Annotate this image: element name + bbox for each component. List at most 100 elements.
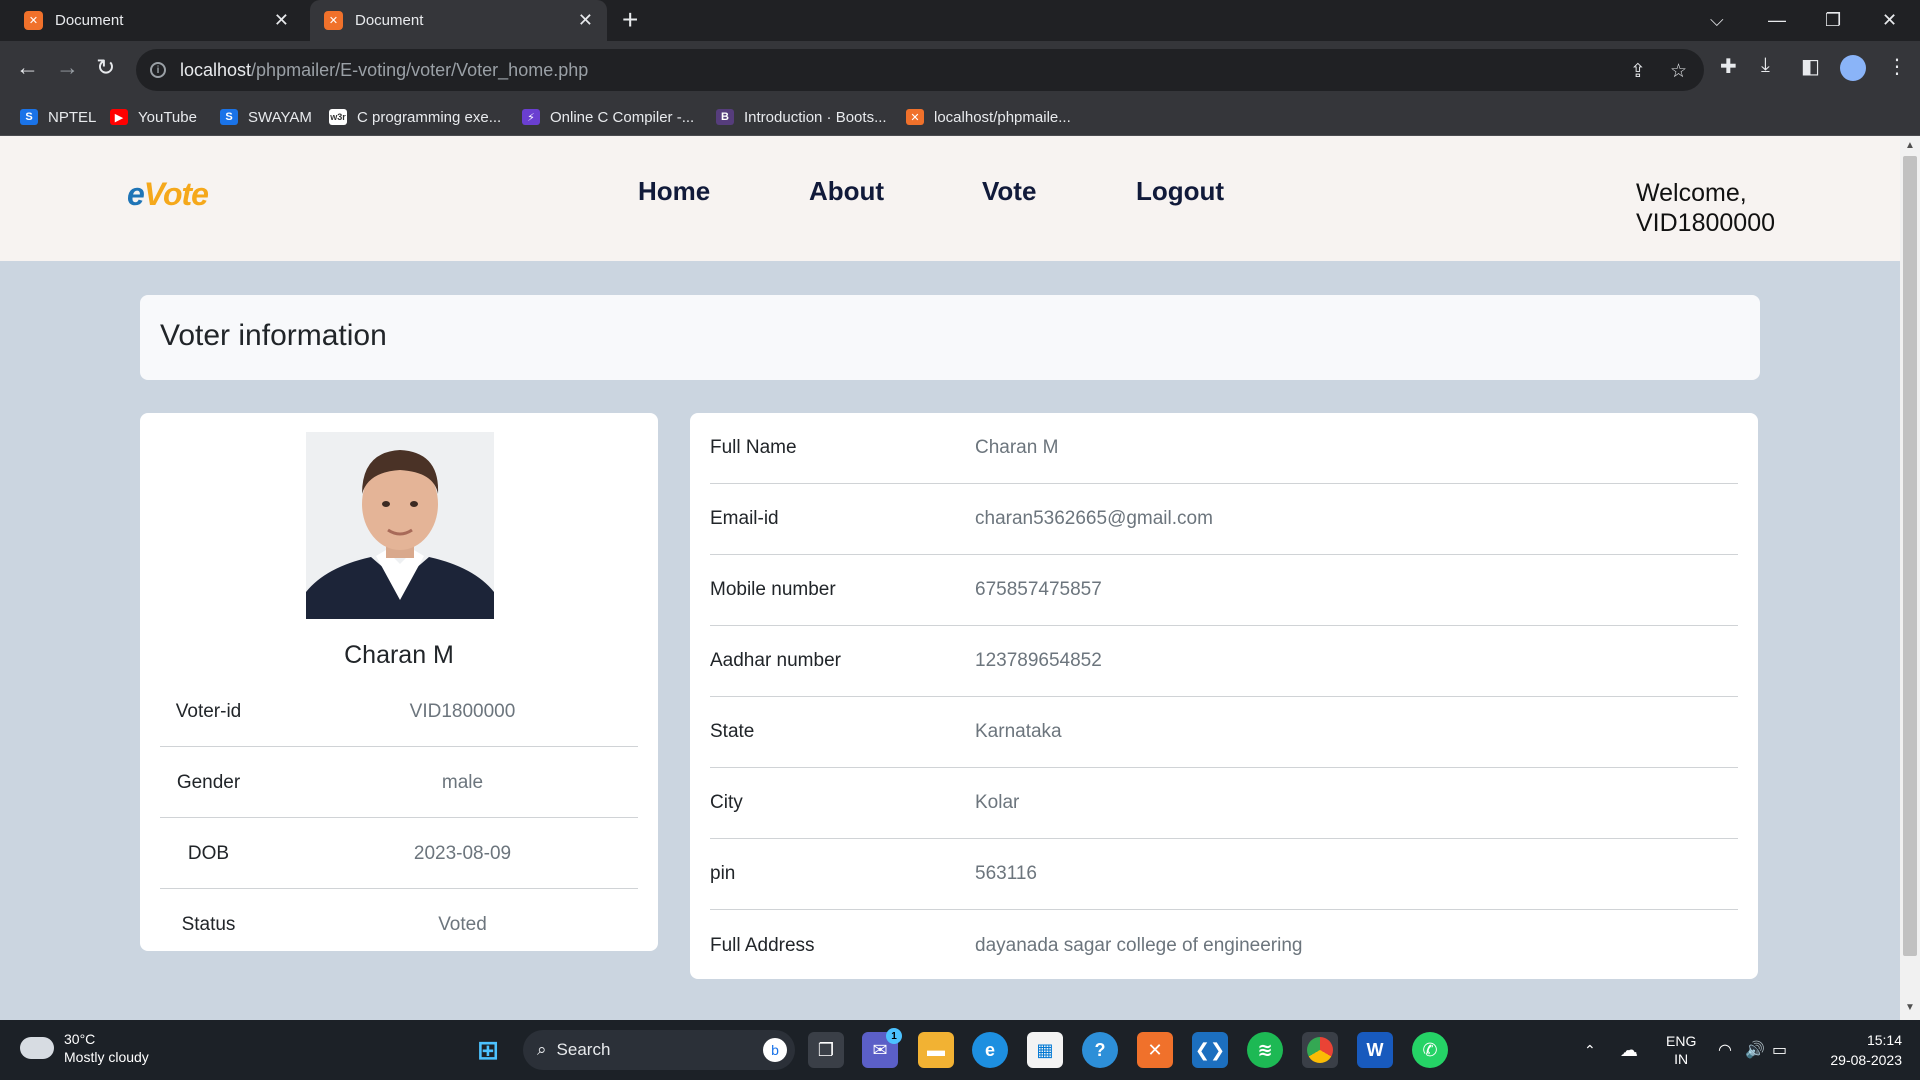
detail-row-aadhar: Aadhar number 123789654852 (710, 626, 1738, 697)
url-path: /phpmailer/E-voting/voter/Voter_home.php (251, 59, 589, 80)
xampp-icon[interactable]: ✕ (1137, 1032, 1173, 1068)
back-icon[interactable]: ← (16, 54, 39, 81)
bookmark-item[interactable]: ⚡ Online C Compiler -... (522, 98, 694, 136)
new-tab-button[interactable]: + (622, 6, 638, 34)
bookmark-item[interactable]: w3r C programming exe... (329, 98, 501, 136)
tab-search-chevron-icon[interactable]: ⌵ (1710, 0, 1724, 41)
detail-value: dayanada sagar college of engineering (975, 934, 1303, 956)
xampp-icon: ✕ (24, 11, 43, 30)
lang-region: IN (1674, 1051, 1689, 1067)
weather-temp: 30°C (64, 1031, 96, 1047)
profile-row-status: Status Voted (160, 890, 638, 960)
detail-label: Full Name (710, 437, 797, 458)
xampp-icon: ✕ (906, 109, 924, 125)
restore-button[interactable]: ❐ (1825, 0, 1841, 41)
nav-home-link[interactable]: Home (638, 176, 710, 207)
edge-browser-icon[interactable]: e (972, 1032, 1008, 1068)
bookmark-star-icon[interactable]: ☆ (1670, 60, 1687, 83)
profile-avatar[interactable] (1840, 55, 1866, 81)
task-view-icon[interactable]: ❐ (808, 1032, 844, 1068)
profile-card: Charan M Voter-id VID1800000 Gender male… (140, 413, 658, 951)
windows-taskbar: 30°C Mostly cloudy ⊞ ⌕ Search b ❐ ✉ 1 ▬ … (0, 1020, 1920, 1080)
weather-desc: Mostly cloudy (64, 1049, 149, 1065)
bookmark-item[interactable]: ▶ YouTube (110, 98, 197, 136)
download-icon[interactable]: ⤓ (1761, 54, 1770, 77)
evote-logo[interactable]: eVote (127, 176, 209, 213)
address-bar[interactable]: i localhost/phpmailer/E-voting/voter/Vot… (136, 49, 1704, 91)
section-title: Voter information (160, 319, 387, 352)
close-window-button[interactable]: ✕ (1882, 0, 1897, 41)
youtube-icon: ▶ (110, 109, 128, 125)
scroll-up-icon[interactable]: ▲ (1905, 140, 1915, 151)
detail-value: 123789654852 (975, 650, 1102, 671)
bookmark-label: SWAYAM (248, 108, 312, 126)
bookmark-label: localhost/phpmaile... (934, 108, 1071, 126)
bookmark-item[interactable]: S NPTEL (20, 98, 96, 136)
close-icon[interactable]: ✕ (578, 10, 593, 31)
share-icon[interactable]: ⇪ (1630, 60, 1646, 83)
scroll-down-icon[interactable]: ▼ (1905, 1002, 1915, 1013)
minimize-button[interactable]: — (1768, 0, 1786, 41)
site-info-icon[interactable]: i (150, 62, 166, 78)
profile-label: Gender (176, 771, 241, 793)
web-page: eVote Home About Vote Logout Welcome, VI… (0, 136, 1900, 1020)
bookmark-item[interactable]: ✕ localhost/phpmaile... (906, 98, 1071, 136)
vscode-icon[interactable]: ❮❯ (1192, 1032, 1228, 1068)
bootstrap-icon: B (716, 109, 734, 125)
voter-name: Charan M (344, 641, 454, 669)
tips-icon[interactable]: ? (1082, 1032, 1118, 1068)
nav-vote-link[interactable]: Vote (982, 176, 1036, 207)
spotify-icon[interactable]: ≋ (1247, 1032, 1283, 1068)
bing-icon: b (763, 1038, 787, 1062)
close-icon[interactable]: ✕ (274, 10, 289, 31)
system-clock[interactable]: 15:14 29-08-2023 (1816, 1030, 1902, 1070)
word-icon[interactable]: W (1357, 1032, 1393, 1068)
battery-icon[interactable]: ▭ (1772, 1020, 1787, 1080)
chat-badge: 1 (886, 1028, 902, 1044)
site-header: eVote Home About Vote Logout Welcome, VI… (0, 136, 1900, 261)
detail-label: Aadhar number (710, 650, 841, 671)
bookmark-label: Introduction · Boots... (744, 108, 887, 126)
detail-row-mobile: Mobile number 675857475857 (710, 555, 1738, 626)
onedrive-icon[interactable]: ☁ (1620, 1020, 1638, 1080)
page-scrollbar[interactable]: ▲ ▼ (1900, 136, 1920, 1020)
whatsapp-icon[interactable]: ✆ (1412, 1032, 1448, 1068)
detail-value: 563116 (975, 863, 1037, 884)
bookmarks-bar: S NPTEL ▶ YouTube S SWAYAM w3r C program… (0, 98, 1920, 136)
profile-label: Status (181, 914, 236, 935)
bookmark-label: NPTEL (48, 108, 97, 126)
teams-chat-icon[interactable]: ✉ 1 (862, 1028, 902, 1068)
nav-about-link[interactable]: About (809, 176, 884, 207)
language-indicator[interactable]: ENG IN (1666, 1020, 1696, 1080)
scrollbar-thumb[interactable] (1903, 156, 1917, 956)
swayam-icon: S (220, 109, 238, 125)
file-explorer-icon[interactable]: ▬ (918, 1032, 954, 1068)
detail-row-state: State Karnataka (710, 697, 1738, 768)
detail-value: Kolar (975, 792, 1020, 813)
windows-start-icon[interactable]: ⊞ (470, 1032, 506, 1068)
detail-value: Charan M (975, 437, 1059, 458)
side-panel-icon[interactable]: ◧ (1801, 54, 1820, 79)
detail-value: Karnataka (975, 721, 1062, 742)
forward-icon[interactable]: → (56, 54, 79, 81)
microsoft-store-icon[interactable]: ▦ (1027, 1032, 1063, 1068)
wifi-icon[interactable]: ◠ (1718, 1020, 1732, 1080)
tray-chevron-icon[interactable]: ⌃ (1584, 1020, 1596, 1080)
detail-label: Mobile number (710, 579, 836, 600)
tab-title: Document (355, 12, 424, 29)
nav-logout-link[interactable]: Logout (1136, 176, 1224, 207)
weather-widget[interactable]: 30°C Mostly cloudy (20, 1030, 149, 1066)
extensions-icon[interactable]: ✚ (1720, 54, 1737, 79)
menu-kebab-icon[interactable]: ⋮ (1887, 54, 1907, 79)
browser-tab-active[interactable]: ✕ Document ✕ (310, 0, 607, 41)
bookmark-item[interactable]: B Introduction · Boots... (716, 98, 887, 136)
taskbar-search[interactable]: ⌕ Search b (523, 1030, 795, 1070)
tab-title: Document (55, 12, 124, 29)
volume-icon[interactable]: 🔊 (1745, 1020, 1765, 1080)
detail-row-address: Full Address dayanada sagar college of e… (710, 910, 1738, 981)
browser-tab[interactable]: ✕ Document ✕ (10, 0, 303, 41)
bookmark-item[interactable]: S SWAYAM (220, 98, 312, 136)
reload-icon[interactable]: ↻ (96, 54, 115, 81)
search-label: Search (556, 1040, 611, 1059)
chrome-icon[interactable] (1302, 1032, 1338, 1068)
